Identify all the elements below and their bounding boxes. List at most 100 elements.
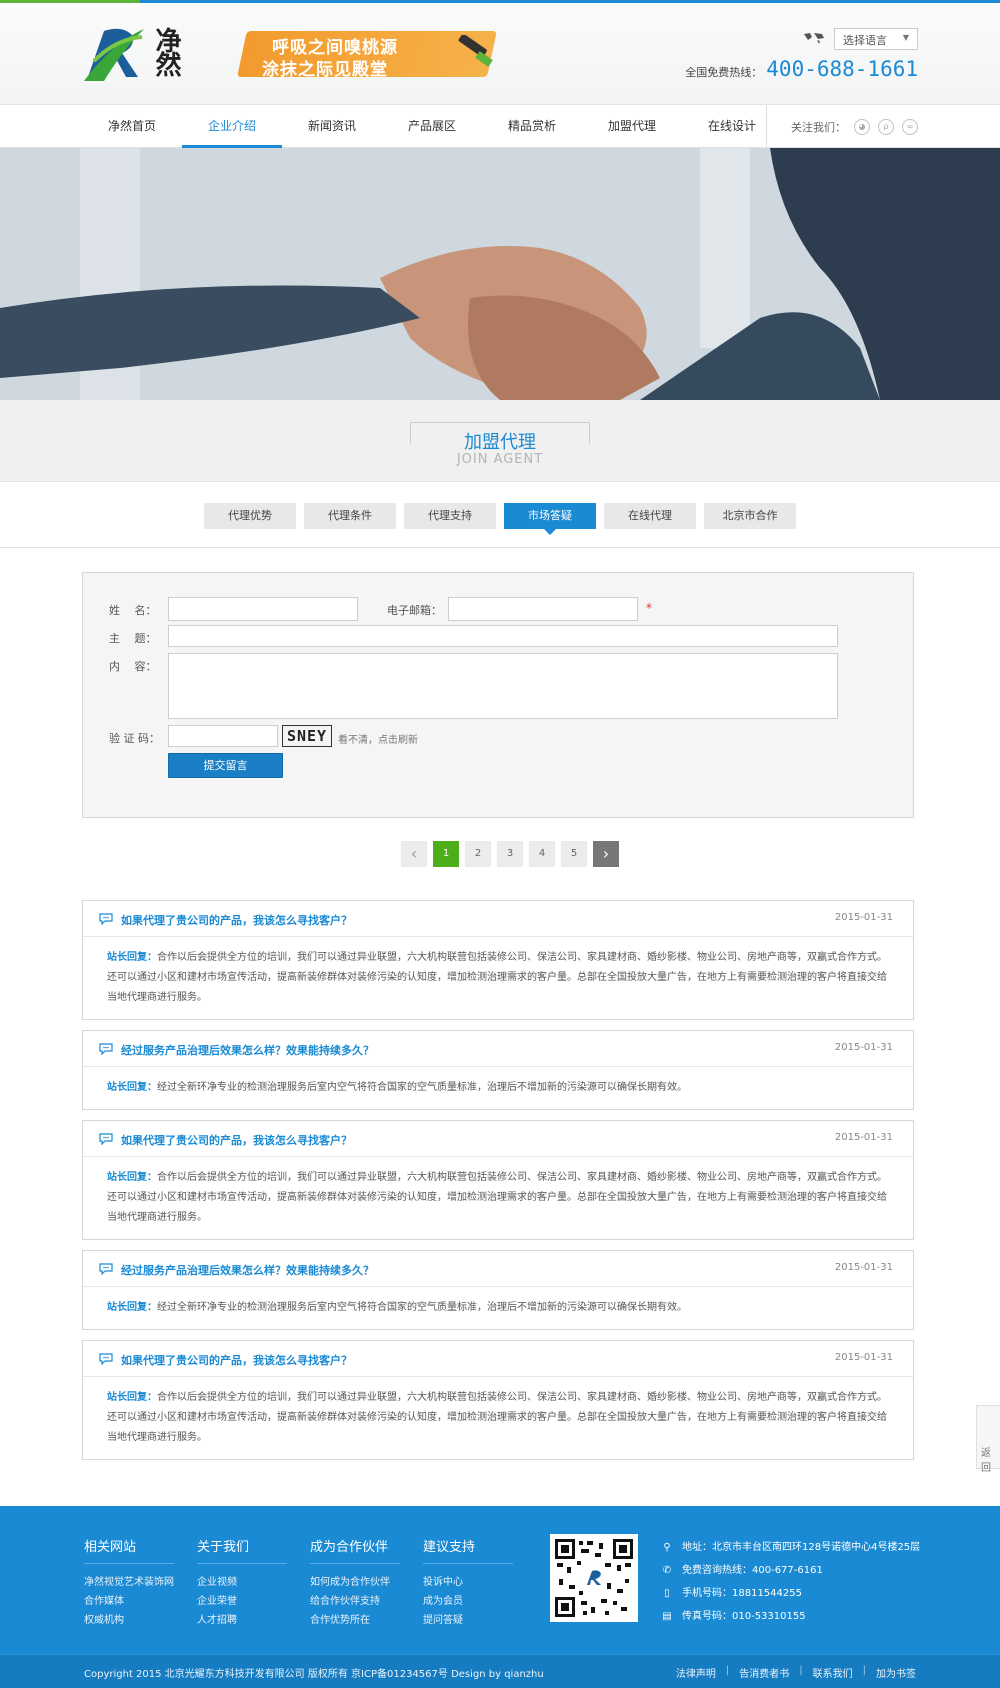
footer-col-related: 相关网站 净然视觉艺术装饰网 合作媒体 权威机构 xyxy=(84,1536,174,1630)
consumer-notice-link[interactable]: 告消费者书 xyxy=(739,1665,789,1680)
nav-item-products[interactable]: 产品展区 xyxy=(382,105,482,148)
captcha-refresh-link[interactable]: 看不清，点击刷新 xyxy=(338,731,418,746)
footer-col-title: 成为合作伙伴 xyxy=(310,1536,400,1564)
tab-online-agent[interactable]: 在线代理 xyxy=(604,503,696,529)
qa-answer: 站长回复：经过全新环净专业的检测治理服务后室内空气将符合国家的空气质量标准，治理… xyxy=(83,1067,913,1109)
logo[interactable]: 净然 xyxy=(82,21,200,85)
language-select[interactable]: 选择语言 ▼ xyxy=(834,28,918,50)
tab-advantage[interactable]: 代理优势 xyxy=(204,503,296,529)
chat-bubble-icon xyxy=(99,913,113,925)
subject-input[interactable] xyxy=(168,625,838,647)
qa-date: 2015-01-31 xyxy=(834,1132,893,1143)
fax-icon: ▤ xyxy=(662,1610,672,1622)
page-3[interactable]: 3 xyxy=(497,841,523,867)
qa-question[interactable]: 经过服务产品治理后效果怎么样？效果能持续多久？ xyxy=(121,1262,374,1278)
slogan-line-2: 涂抹之际见殿堂 xyxy=(262,60,388,80)
captcha-input[interactable] xyxy=(168,725,278,747)
name-label: 姓 名： xyxy=(109,604,157,617)
page-4[interactable]: 4 xyxy=(529,841,555,867)
email-label: 电子邮箱： xyxy=(387,604,442,617)
footer-col-title: 建议支持 xyxy=(423,1536,513,1564)
footer-bottom-links: 法律声明 | 告消费者书 | 联系我们 | 加为书签 xyxy=(676,1665,916,1680)
separator: | xyxy=(725,1665,730,1676)
bookmark-link[interactable]: 加为书签 xyxy=(876,1665,916,1680)
section-header: 加盟代理 JOIN AGENT xyxy=(0,400,1000,482)
footer-link[interactable]: 成为会员 xyxy=(423,1592,513,1611)
location-pin-icon: ⚲ xyxy=(663,1541,671,1553)
qa-question-row[interactable]: 经过服务产品治理后效果怎么样？效果能持续多久？ 2015-01-31 xyxy=(83,1031,913,1067)
footer-link[interactable]: 提问答疑 xyxy=(423,1611,513,1630)
qa-answer: 站长回复：合作以后会提供全方位的培训，我们可以通过异业联盟，六大机构联营包括装修… xyxy=(83,1157,913,1239)
footer-link[interactable]: 合作媒体 xyxy=(84,1592,174,1611)
qa-answer-text: 经过全新环净专业的检测治理服务后室内空气将符合国家的空气质量标准，治理后不增加新… xyxy=(157,1302,687,1313)
qa-question[interactable]: 经过服务产品治理后效果怎么样？效果能持续多久？ xyxy=(121,1042,374,1058)
world-map-icon xyxy=(804,33,824,44)
paint-brush-icon xyxy=(458,35,493,67)
back-to-top-button[interactable]: 返回 xyxy=(976,1405,1000,1474)
footer-link[interactable]: 如何成为合作伙伴 xyxy=(310,1573,400,1592)
footer-link[interactable]: 人才招聘 xyxy=(197,1611,287,1630)
logo-text: 净然 xyxy=(151,27,181,75)
qa-answer: 站长回复：合作以后会提供全方位的培训，我们可以通过异业联盟，六大机构联营包括装修… xyxy=(83,1377,913,1459)
qr-code xyxy=(550,1534,638,1622)
page-2[interactable]: 2 xyxy=(465,841,491,867)
mobile-icon: ▯ xyxy=(664,1587,670,1599)
qa-question[interactable]: 如果代理了贵公司的产品，我该怎么寻找客户？ xyxy=(121,1352,352,1368)
qa-question-row[interactable]: 如果代理了贵公司的产品，我该怎么寻找客户？ 2015-01-31 xyxy=(83,1341,913,1377)
tab-support[interactable]: 代理支持 xyxy=(404,503,496,529)
nav-item-showcase[interactable]: 精品赏析 xyxy=(482,105,582,148)
prev-page-button[interactable]: ‹ xyxy=(401,841,427,867)
next-page-button[interactable]: › xyxy=(593,841,619,867)
wechat-icon[interactable]: ∞ xyxy=(902,118,918,135)
qa-question-row[interactable]: 如果代理了贵公司的产品，我该怎么寻找客户？ 2015-01-31 xyxy=(83,901,913,937)
contact-us-link[interactable]: 联系我们 xyxy=(813,1665,853,1680)
hotline-label: 全国免费热线： xyxy=(685,66,763,79)
reply-label: 站长回复： xyxy=(107,952,157,963)
page-1[interactable]: 1 xyxy=(433,841,459,867)
qa-question-row[interactable]: 如果代理了贵公司的产品，我该怎么寻找客户？ 2015-01-31 xyxy=(83,1121,913,1157)
hotline: 全国免费热线： 400-688-1661 xyxy=(685,57,918,81)
footer-link[interactable]: 给合作伙伴支持 xyxy=(310,1592,400,1611)
submit-button[interactable]: 提交留言 xyxy=(168,753,283,778)
follow-us: 关注我们： ◕ ρ ∞ xyxy=(766,105,918,148)
legal-link[interactable]: 法律声明 xyxy=(676,1665,716,1680)
nav-item-join[interactable]: 加盟代理 xyxy=(582,105,682,148)
page-5[interactable]: 5 xyxy=(561,841,587,867)
qa-answer-text: 合作以后会提供全方位的培训，我们可以通过异业联盟，六大机构联营包括装修公司、保洁… xyxy=(107,1392,887,1443)
footer-link[interactable]: 合作优势所在 xyxy=(310,1611,400,1630)
email-input[interactable] xyxy=(448,597,638,621)
footer-link[interactable]: 投诉中心 xyxy=(423,1573,513,1592)
qa-item: 经过服务产品治理后效果怎么样？效果能持续多久？ 2015-01-31 站长回复：… xyxy=(82,1250,914,1330)
separator: | xyxy=(862,1665,866,1676)
hero-banner xyxy=(0,148,1000,400)
qa-answer-text: 经过全新环净专业的检测治理服务后室内空气将符合国家的空气质量标准，治理后不增加新… xyxy=(157,1082,687,1093)
nav-item-home[interactable]: 净然首页 xyxy=(82,105,182,148)
sub-tabs: 代理优势 代理条件 代理支持 市场答疑 在线代理 北京市合作 xyxy=(0,482,1000,548)
footer-link[interactable]: 企业视频 xyxy=(197,1573,287,1592)
site-header: 净然 呼吸之间嗅桃源 涂抹之际见殿堂 选择语言 ▼ 全国免费热线： 400-68… xyxy=(0,3,1000,104)
qa-question-row[interactable]: 经过服务产品治理后效果怎么样？效果能持续多久？ 2015-01-31 xyxy=(83,1251,913,1287)
tab-market-qa[interactable]: 市场答疑 xyxy=(504,503,596,535)
weibo-icon[interactable]: ◕ xyxy=(854,118,870,135)
tab-beijing-coop[interactable]: 北京市合作 xyxy=(704,503,796,529)
tab-conditions[interactable]: 代理条件 xyxy=(304,503,396,529)
footer-link[interactable]: 企业荣誉 xyxy=(197,1592,287,1611)
qa-question[interactable]: 如果代理了贵公司的产品，我该怎么寻找客户？ xyxy=(121,1132,352,1148)
fax-text: 传真号码：010-53310155 xyxy=(682,1611,806,1622)
reply-label: 站长回复： xyxy=(107,1302,157,1313)
handshake-image xyxy=(0,148,1000,400)
nav-item-news[interactable]: 新闻资讯 xyxy=(282,105,382,148)
footer-link[interactable]: 净然视觉艺术装饰网 xyxy=(84,1573,174,1592)
follow-label: 关注我们： xyxy=(791,120,846,134)
name-input[interactable] xyxy=(168,597,358,621)
hotline-number: 400-688-1661 xyxy=(766,57,918,81)
qa-question[interactable]: 如果代理了贵公司的产品，我该怎么寻找客户？ xyxy=(121,912,352,928)
content-textarea[interactable] xyxy=(168,653,838,719)
footer-col-support: 建议支持 投诉中心 成为会员 提问答疑 xyxy=(423,1536,513,1630)
nav-item-about[interactable]: 企业介绍 xyxy=(182,105,282,148)
chat-bubble-icon xyxy=(99,1263,113,1275)
footer-link[interactable]: 权威机构 xyxy=(84,1611,174,1630)
captcha-image[interactable]: SNEY xyxy=(282,725,332,747)
qr-code-icon xyxy=(555,1539,633,1617)
tencent-weibo-icon[interactable]: ρ xyxy=(878,118,894,135)
